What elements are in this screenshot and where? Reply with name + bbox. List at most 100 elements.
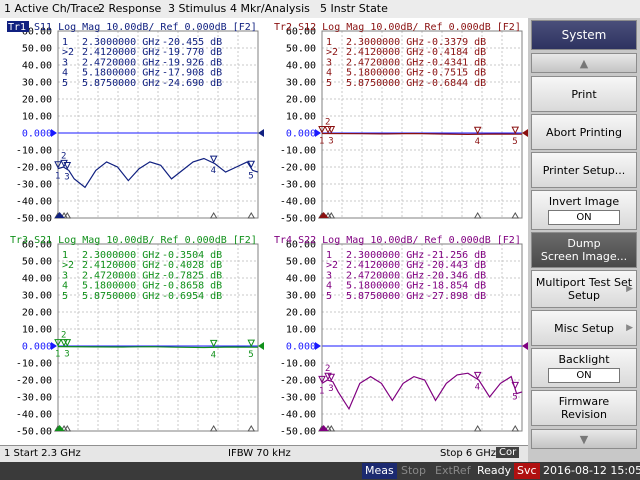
scroll-up-button[interactable]: ▲ [531,53,637,73]
stimulus-marker-icon [511,212,520,219]
correction-badge: Cor [496,447,520,458]
backlight-value: ON [548,368,620,383]
status-datetime: 2016-08-12 15:05 [543,464,640,477]
softkey-label: Abort Printing [546,125,622,139]
y-tick-label: 10.00 [286,325,316,336]
stimulus-marker-icon [209,212,218,219]
status-stop: Stop [401,464,427,477]
reference-left-arrow-icon [315,342,321,350]
stimulus-marker-icon [247,425,256,432]
menu-stimulus[interactable]: 3 Stimulus [168,2,226,15]
y-tick-label: 40.00 [22,61,52,72]
y-tick-label: 20.00 [22,95,52,106]
abort-printing-button[interactable]: Abort Printing [531,114,637,150]
y-tick-label: 0.000 [22,129,52,140]
scroll-down-button[interactable]: ▼ [531,429,637,449]
firmware-revision-button[interactable]: Firmware Revision [531,390,637,426]
trace-panel-tr1: 60.0050.0040.0030.0020.0010.000.000-10.0… [7,21,264,225]
backlight-button[interactable]: Backlight ON [531,348,637,388]
chevron-down-icon: ▼ [579,432,589,446]
y-tick-label: -40.00 [16,197,52,208]
y-tick-label: 0.000 [286,342,316,353]
trace-panel-tr4: 60.0050.0040.0030.0020.0010.000.000-10.0… [274,235,528,438]
reference-right-arrow-icon [258,342,264,350]
marker-triangle-icon [511,126,520,135]
marker-triangle-icon [511,381,520,390]
y-tick-label: -50.00 [280,427,316,438]
ifbw-value[interactable]: IFBW 70 kHz [228,448,291,459]
print-button[interactable]: Print [531,76,637,112]
softkey-system-title[interactable]: System [531,20,637,50]
plot-area: 60.00 50.00 40.00 30.00 20.00 10.00 0.000 -10.0… [0,18,528,445]
softkey-label: Firmware [558,395,610,408]
reference-right-arrow-icon [258,129,264,137]
y-tick-label: 20.00 [286,308,316,319]
y-tick-label: 20.00 [286,95,316,106]
multiport-test-set-button[interactable]: Multiport Test Set Setup ▶ [531,270,637,308]
menu-bar: 1 Active Ch/Trace 2 Response 3 Stimulus … [0,0,640,19]
softkey-label: Multiport Test Set [535,276,633,289]
active-trace-badge-text: Tr1 [8,22,26,33]
y-tick-label: 10.00 [22,112,52,123]
stop-frequency[interactable]: Stop 6 GHz [440,448,496,459]
printer-setup-button[interactable]: Printer Setup... [531,152,637,188]
stimulus-marker-icon [511,425,520,432]
marker-number: 4 [475,382,480,392]
y-tick-label: -10.00 [280,146,316,157]
y-tick-label: 50.00 [286,257,316,268]
stimulus-marker-icon [247,212,256,219]
status-ready: Ready [477,464,512,477]
marker-triangle-icon [209,339,218,348]
marker-table-frequency: 5.8750000 GHz [82,78,160,89]
softkey-label: Invert Image [548,195,620,208]
softkey-label: Print [571,87,597,101]
marker-triangle-icon [473,126,482,135]
y-tick-label: -40.00 [16,410,52,421]
marker-table-frequency: 5.8750000 GHz [82,291,160,302]
y-tick-label: -20.00 [16,376,52,387]
trace-line [321,372,523,411]
marker-number: 4 [211,166,216,176]
instrument-status-bar: Meas Stop ExtRef Ready Svc 2016-08-12 15… [0,462,640,480]
y-tick-label: 30.00 [22,291,52,302]
menu-active-ch-trace[interactable]: 1 Active Ch/Trace [4,2,100,15]
menu-mkr-analysis[interactable]: 4 Mkr/Analysis [230,2,310,15]
marker-number: 2 [325,118,330,128]
marker-number: 2 [61,151,66,161]
marker-table-index: 5 [326,78,332,89]
y-tick-label: -50.00 [16,427,52,438]
softkey-label: System [561,28,607,42]
y-tick-label: 40.00 [286,274,316,285]
y-tick-label: 20.00 [22,308,52,319]
trace-line [321,132,523,136]
trace-line [57,346,259,349]
marker-number: 1 [55,172,60,182]
invert-image-value: ON [548,210,620,225]
invert-image-button[interactable]: Invert Image ON [531,190,637,230]
start-frequency[interactable]: 1 Start 2.3 GHz [4,448,81,459]
misc-setup-button[interactable]: Misc Setup ▶ [531,310,637,346]
y-tick-label: -20.00 [280,376,316,387]
menu-response[interactable]: 2 Response [98,2,161,15]
y-tick-label: 40.00 [286,61,316,72]
marker-number: 1 [319,137,324,147]
y-tick-label: 30.00 [286,291,316,302]
marker-number: 3 [328,384,333,394]
stimulus-marker-icon [473,212,482,219]
y-tick-label: -20.00 [280,163,316,174]
marker-table-value: -0.6844 dB [426,78,486,89]
y-tick-label: -10.00 [280,359,316,370]
stimulus-marker-icon [473,425,482,432]
marker-triangle-icon [209,155,218,164]
y-tick-label: 30.00 [286,78,316,89]
marker-number: 5 [512,137,517,147]
submenu-arrow-icon: ▶ [626,323,633,333]
menu-instr-state[interactable]: 5 Instr State [320,2,388,15]
y-tick-label: -40.00 [280,410,316,421]
trace-header-label: S11 Log Mag 10.00dB/ Ref 0.000dB [F2] [34,22,257,33]
dump-screen-image-button[interactable]: Dump Screen Image... [531,232,637,268]
status-meas: Meas [362,463,397,479]
marker-triangle-icon [247,339,256,348]
y-tick-label: 0.000 [22,342,52,353]
softkey-label: Misc Setup [554,321,614,335]
